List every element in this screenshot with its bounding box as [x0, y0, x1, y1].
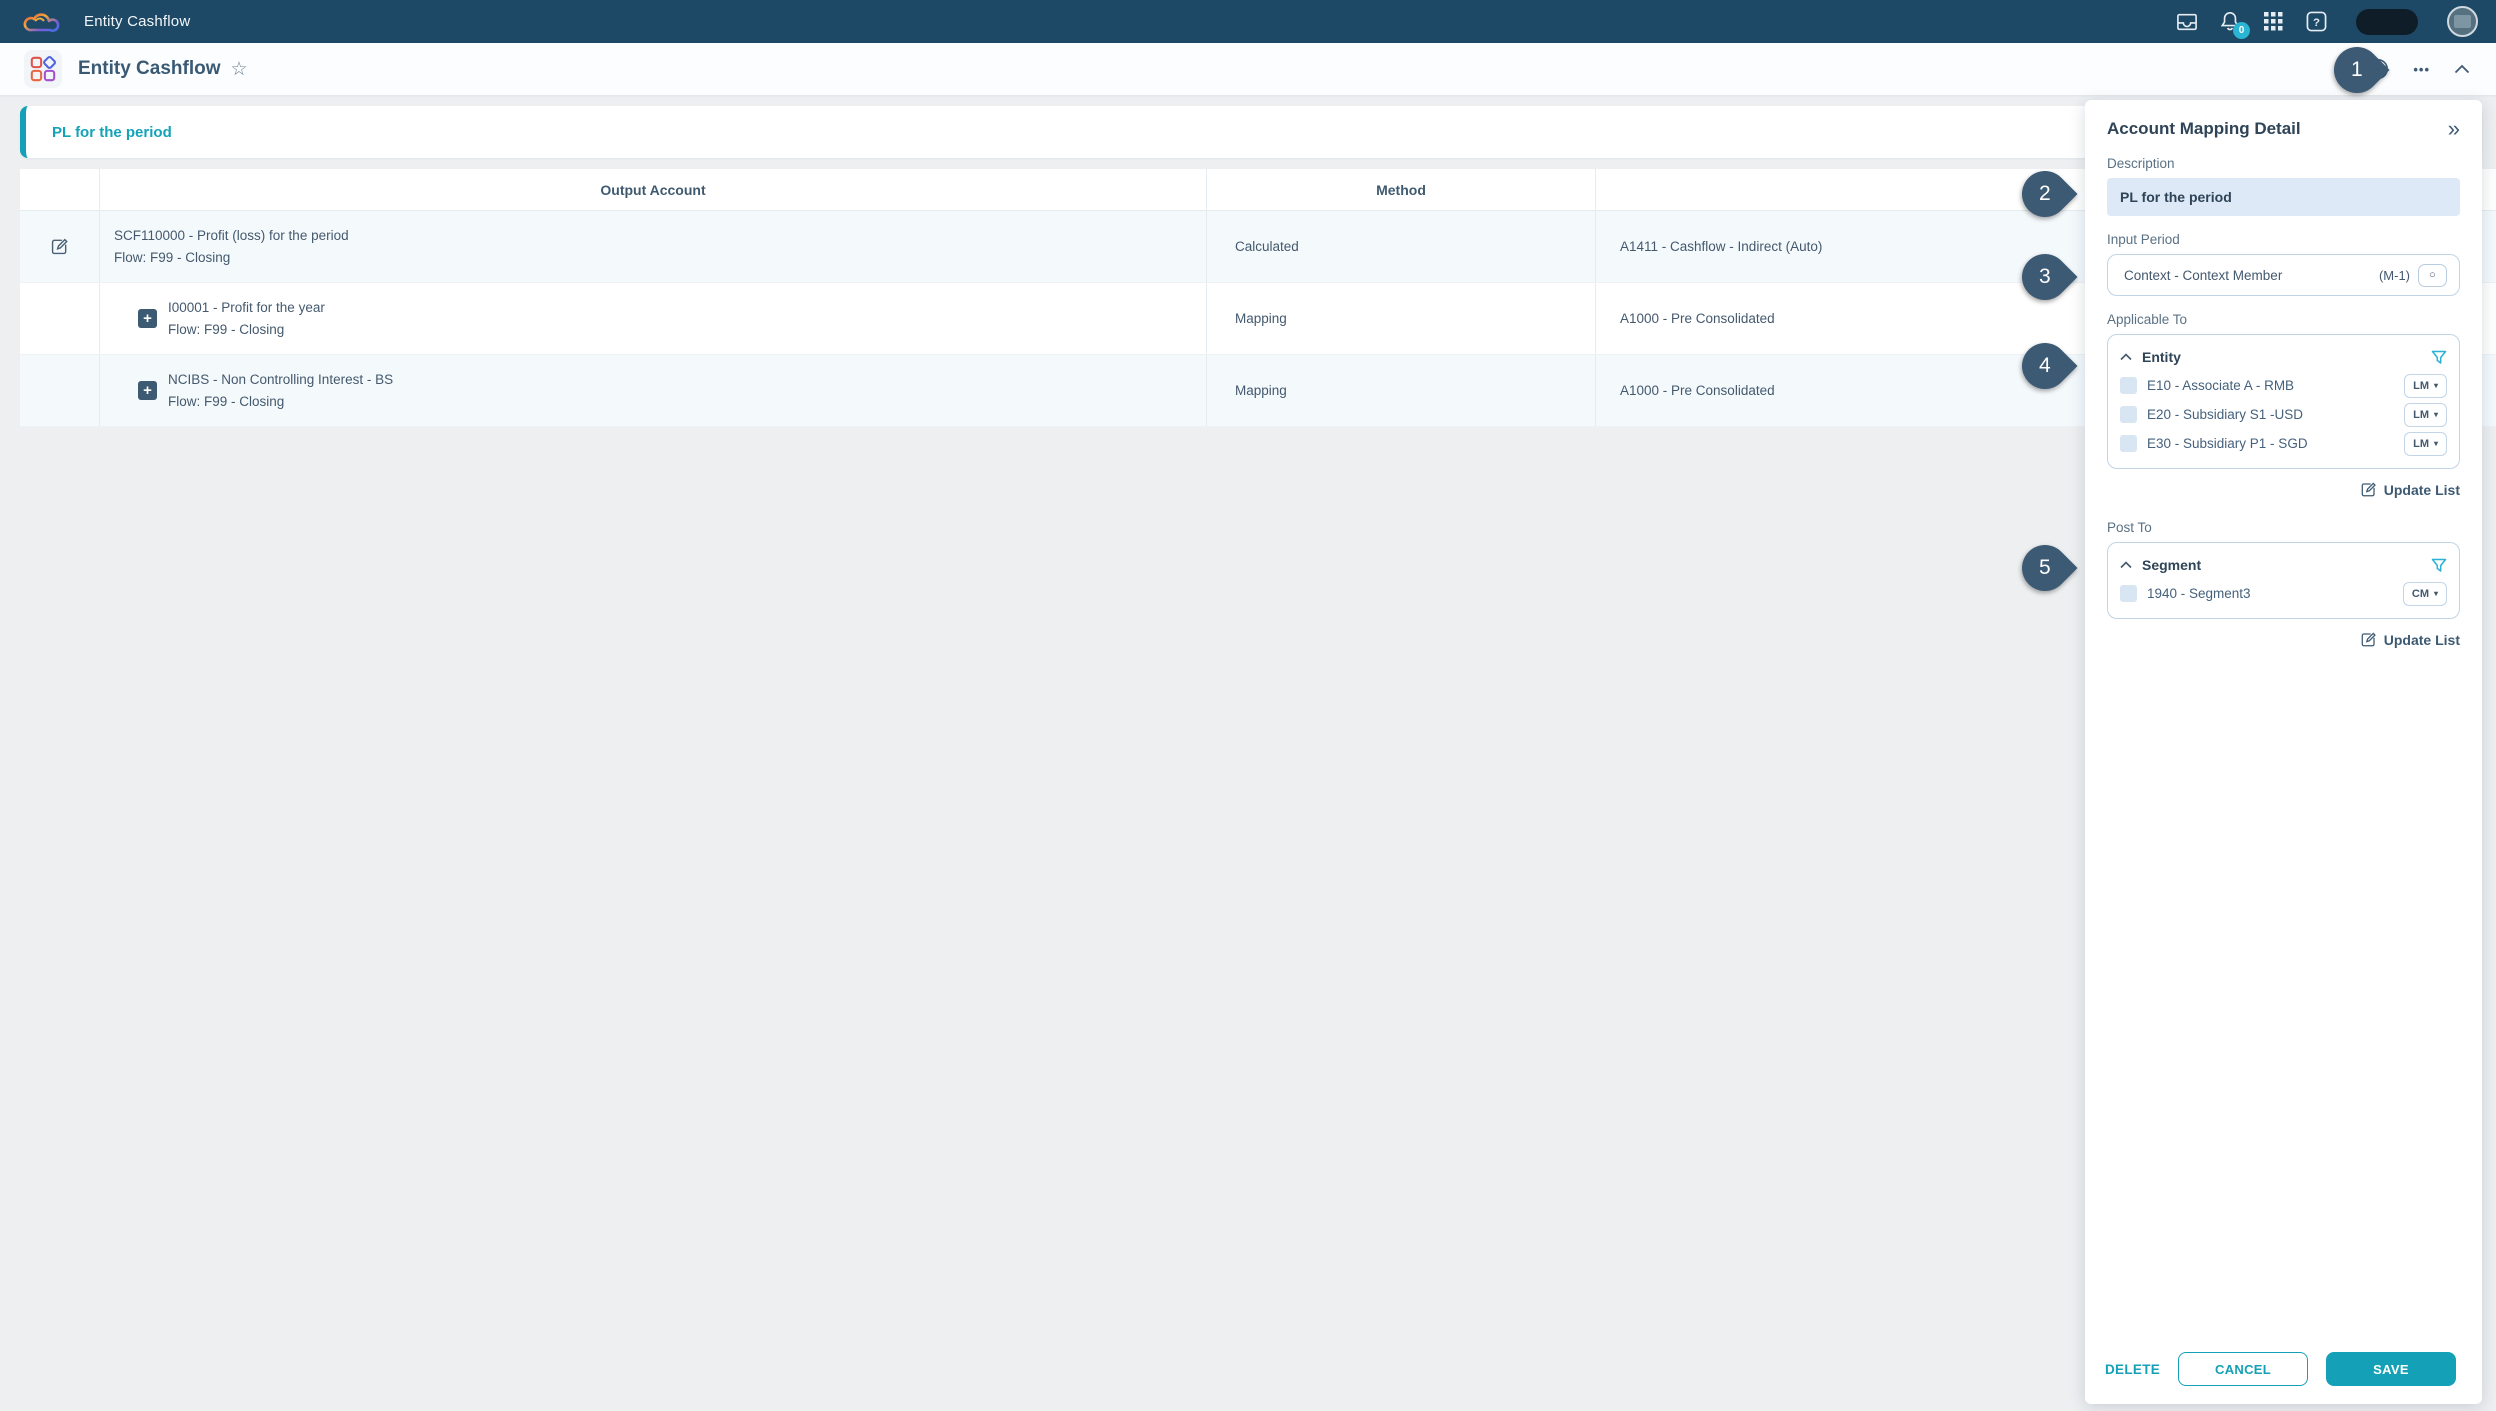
- entity-member-dropdown[interactable]: LM ▾: [2404, 432, 2447, 456]
- post-to-label: Post To: [2107, 520, 2460, 535]
- entity-cashflow-app-icon[interactable]: [24, 50, 62, 88]
- inbox-icon[interactable]: [2174, 9, 2200, 35]
- caret-down-icon: ▾: [2434, 439, 2438, 448]
- input-period-value: Context - Context Member: [2124, 268, 2379, 283]
- segment-group-box: Segment 1940 - Segment3 CM ▾: [2107, 542, 2460, 619]
- table-header-actions: [20, 169, 100, 210]
- entity-tag: LM: [2413, 438, 2429, 450]
- callout-5: 5: [2012, 535, 2077, 600]
- input-period-label: Input Period: [2107, 232, 2460, 247]
- method-value: Calculated: [1207, 211, 1596, 282]
- account-mapping-detail-panel: Account Mapping Detail » Description PL …: [2085, 100, 2482, 1404]
- entity-update-list-label: Update List: [2384, 482, 2460, 498]
- collapse-chevron-icon[interactable]: [2454, 64, 2470, 74]
- segment-collapse-icon[interactable]: [2120, 561, 2132, 569]
- segment-update-list-link[interactable]: Update List: [2107, 631, 2460, 648]
- entity-group-box: Entity E10 - Associate A - RMB LM ▾ E20 …: [2107, 334, 2460, 469]
- entity-item: E20 - Subsidiary S1 -USD LM ▾: [2120, 400, 2447, 429]
- top-navigation-bar: Entity Cashflow 0 ?: [0, 0, 2496, 43]
- description-input[interactable]: PL for the period: [2107, 178, 2460, 216]
- caret-down-icon: ▾: [2434, 589, 2438, 598]
- output-account-name: SCF110000 - Profit (loss) for the period: [114, 228, 349, 243]
- entity-update-list-link[interactable]: Update List: [2107, 481, 2460, 498]
- topbar-app-title: Entity Cashflow: [84, 13, 190, 30]
- output-account-name: NCIBS - Non Controlling Interest - BS: [168, 372, 393, 387]
- brand-cloud-logo[interactable]: [22, 7, 62, 37]
- delete-button[interactable]: DELETE: [2105, 1362, 2160, 1377]
- cancel-button[interactable]: CANCEL: [2178, 1352, 2308, 1386]
- entity-item-label: E30 - Subsidiary P1 - SGD: [2147, 436, 2404, 451]
- output-account-flow: Flow: F99 - Closing: [114, 250, 349, 265]
- entity-checkbox[interactable]: [2120, 406, 2137, 423]
- segment-update-list-label: Update List: [2384, 632, 2460, 648]
- page-header-bar: Entity Cashflow ☆ •••: [0, 43, 2496, 95]
- output-account-flow: Flow: F99 - Closing: [168, 394, 393, 409]
- entity-member-dropdown[interactable]: LM ▾: [2404, 374, 2447, 398]
- favorite-star-icon[interactable]: ☆: [231, 58, 248, 81]
- panel-title: Account Mapping Detail: [2107, 119, 2301, 139]
- segment-item: 1940 - Segment3 CM ▾: [2120, 579, 2447, 608]
- caret-down-icon: ▾: [2434, 381, 2438, 390]
- table-header-output-account: Output Account: [100, 169, 1207, 210]
- notifications-bell-icon[interactable]: 0: [2217, 9, 2243, 35]
- input-period-selector[interactable]: Context - Context Member (M-1) ○: [2107, 254, 2460, 296]
- edit-row-icon[interactable]: [50, 237, 69, 256]
- entity-member-dropdown[interactable]: LM ▾: [2404, 403, 2447, 427]
- expand-plus-icon[interactable]: +: [138, 309, 157, 328]
- entity-group-title: Entity: [2142, 349, 2431, 365]
- svg-text:?: ?: [2313, 17, 2320, 29]
- avatar[interactable]: [2447, 6, 2478, 37]
- entity-collapse-icon[interactable]: [2120, 353, 2132, 361]
- save-button[interactable]: SAVE: [2326, 1352, 2456, 1386]
- help-icon[interactable]: ?: [2303, 9, 2329, 35]
- method-value: Mapping: [1207, 283, 1596, 354]
- segment-filter-icon[interactable]: [2431, 558, 2447, 573]
- caret-down-icon: ▾: [2434, 410, 2438, 419]
- output-account-name: I00001 - Profit for the year: [168, 300, 325, 315]
- segment-member-dropdown[interactable]: CM ▾: [2403, 582, 2447, 606]
- entity-tag: LM: [2413, 380, 2429, 392]
- entity-item: E30 - Subsidiary P1 - SGD LM ▾: [2120, 429, 2447, 458]
- expand-plus-icon[interactable]: +: [138, 381, 157, 400]
- period-offset-button[interactable]: ○: [2418, 264, 2447, 287]
- method-value: Mapping: [1207, 355, 1596, 426]
- output-account-flow: Flow: F99 - Closing: [168, 322, 325, 337]
- entity-item-label: E10 - Associate A - RMB: [2147, 378, 2404, 393]
- entity-item-label: E20 - Subsidiary S1 -USD: [2147, 407, 2404, 422]
- user-name-redacted: [2356, 9, 2418, 35]
- table-header-method: Method: [1207, 169, 1596, 210]
- collapse-panel-icon[interactable]: »: [2448, 118, 2460, 140]
- mapping-name-label: PL for the period: [26, 124, 172, 141]
- entity-checkbox[interactable]: [2120, 435, 2137, 452]
- entity-filter-icon[interactable]: [2431, 350, 2447, 365]
- page-title: Entity Cashflow: [78, 58, 221, 80]
- notification-count-badge: 0: [2233, 22, 2250, 39]
- entity-item: E10 - Associate A - RMB LM ▾: [2120, 371, 2447, 400]
- entity-tag: LM: [2413, 409, 2429, 421]
- more-options-icon[interactable]: •••: [2413, 62, 2430, 77]
- entity-checkbox[interactable]: [2120, 377, 2137, 394]
- segment-item-label: 1940 - Segment3: [2147, 586, 2403, 601]
- apps-grid-icon[interactable]: [2260, 9, 2286, 35]
- applicable-to-label: Applicable To: [2107, 312, 2460, 327]
- input-period-offset: (M-1): [2379, 268, 2410, 283]
- description-label: Description: [2107, 156, 2460, 171]
- segment-group-title: Segment: [2142, 557, 2431, 573]
- segment-tag: CM: [2412, 588, 2429, 600]
- segment-checkbox[interactable]: [2120, 585, 2137, 602]
